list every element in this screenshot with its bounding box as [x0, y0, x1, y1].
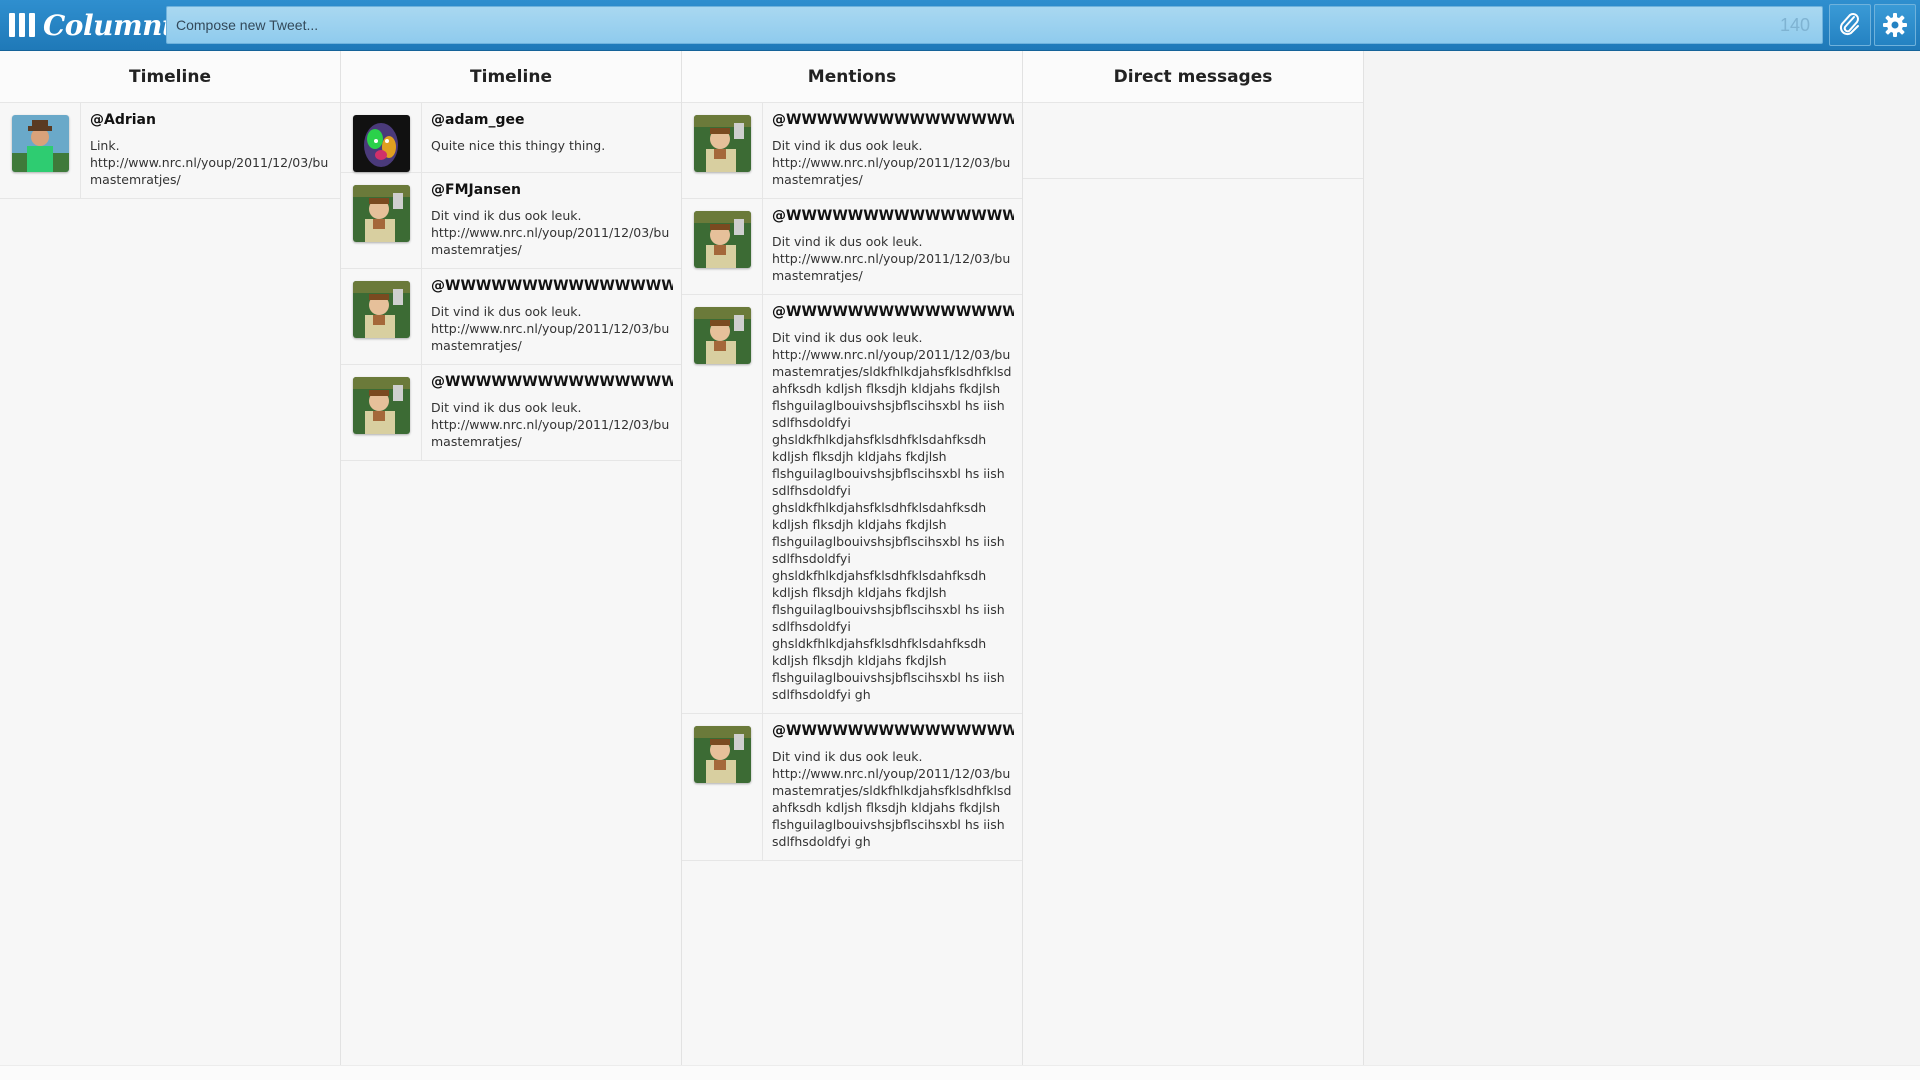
tweet-text: Dit vind ik dus ook leuk. http://www.nrc… [772, 138, 1011, 187]
tweet-body: @adam_gee Quite nice this thingy thing. [422, 103, 681, 172]
tweet-username[interactable]: @WWWWWWWWWWWWWWW [772, 723, 1014, 739]
tweet-username[interactable]: @WWWWWWWWWWWWWWW [772, 208, 1014, 224]
compose-tweet-input[interactable] [167, 7, 1780, 43]
tweet-text: Dit vind ik dus ook leuk. http://www.nrc… [431, 208, 670, 257]
avatar-cell [341, 365, 422, 460]
compose-box[interactable]: 140 [166, 6, 1823, 44]
tweet-text: Dit vind ik dus ook leuk. http://www.nrc… [431, 400, 670, 449]
avatar-cell [341, 173, 422, 268]
column-header: Timeline [0, 51, 340, 103]
tweet-item[interactable]: @WWWWWWWWWWWWWWW Dit vind ik dus ook leuk… [682, 199, 1022, 295]
tweet-item[interactable]: @Adrian Link. http://www.nrc.nl/youp/2011… [0, 103, 340, 199]
avatar[interactable] [694, 211, 751, 268]
tweet-item[interactable]: @WWWWWWWWWWWWWWW Dit vind ik dus ook leuk… [682, 103, 1022, 199]
tweet-text: Dit vind ik dus ook leuk. http://www.nrc… [431, 304, 670, 353]
tweet-body: @WWWWWWWWWWWWWWW Dit vind ik dus ook leuk… [763, 295, 1022, 713]
tweet-username[interactable]: @WWWWWWWWWWWWWWW [431, 374, 673, 390]
avatar[interactable] [12, 115, 69, 172]
tweet-body: @Adrian Link. http://www.nrc.nl/youp/2011… [81, 103, 340, 198]
character-counter: 140 [1779, 14, 1810, 35]
avatar[interactable] [694, 307, 751, 364]
tweet-body: @WWWWWWWWWWWWWWW Dit vind ik dus ook leuk… [422, 269, 681, 364]
empty-placeholder [1023, 103, 1363, 179]
tweet-body: @WWWWWWWWWWWWWWW Dit vind ik dus ook leuk… [763, 714, 1022, 860]
column-timeline[interactable]: Timeline @adam_gee Quite nice this thingy … [341, 51, 682, 1065]
app-logo: Columnt [0, 0, 175, 51]
attach-button[interactable] [1829, 4, 1871, 46]
tweet-text: Quite nice this thingy thing. [431, 138, 606, 153]
tweet-body: @WWWWWWWWWWWWWWW Dit vind ik dus ook leuk… [422, 365, 681, 460]
avatar-cell [341, 269, 422, 364]
column-header: Timeline [341, 51, 681, 103]
tweet-username[interactable]: @WWWWWWWWWWWWWWW [772, 304, 1014, 320]
top-bar: Columnt 140 [0, 0, 1920, 51]
avatar[interactable] [353, 185, 410, 242]
avatar-cell [0, 103, 81, 198]
tweet-username[interactable]: @WWWWWWWWWWWWWWW [772, 112, 1014, 128]
tweet-item[interactable]: @WWWWWWWWWWWWWWW Dit vind ik dus ook leuk… [682, 714, 1022, 861]
avatar-cell [682, 295, 763, 713]
avatar-cell [341, 103, 422, 172]
columns-logo-icon [9, 13, 35, 37]
tweet-body: @WWWWWWWWWWWWWWW Dit vind ik dus ook leuk… [763, 103, 1022, 198]
avatar[interactable] [694, 726, 751, 783]
avatar[interactable] [694, 115, 751, 172]
bottom-strip [0, 1065, 1920, 1080]
column-timeline[interactable]: Timeline @Adrian Link. http://www.nrc.nl/y… [0, 51, 341, 1065]
tweet-username[interactable]: @adam_gee [431, 112, 673, 128]
tweet-username[interactable]: @WWWWWWWWWWWWWWW [431, 278, 673, 294]
columns-container: Timeline @Adrian Link. http://www.nrc.nl/y… [0, 51, 1364, 1065]
column-mentions[interactable]: Mentions @WWWWWWWWWWWWWWW Dit vind ik dus … [682, 51, 1023, 1065]
tweet-item[interactable]: @FMJansen Dit vind ik dus ook leuk. http:… [341, 173, 681, 269]
tweet-item[interactable]: @WWWWWWWWWWWWWWW Dit vind ik dus ook leuk… [341, 269, 681, 365]
settings-button[interactable] [1874, 4, 1916, 46]
avatar-cell [682, 103, 763, 198]
avatar[interactable] [353, 281, 410, 338]
avatar[interactable] [353, 377, 410, 434]
tweet-item[interactable]: @adam_gee Quite nice this thingy thing. [341, 103, 681, 173]
tweet-text: Dit vind ik dus ook leuk. http://www.nrc… [772, 749, 1012, 849]
tweet-text: Link. http://www.nrc.nl/youp/2011/12/03/… [90, 138, 329, 187]
column-header: Mentions [682, 51, 1022, 103]
avatar-cell [682, 199, 763, 294]
gear-icon [1883, 13, 1907, 37]
tweet-text: Dit vind ik dus ook leuk. http://www.nrc… [772, 234, 1011, 283]
logo-text: Columnt [43, 8, 175, 42]
column-header: Direct messages [1023, 51, 1363, 103]
tweet-username[interactable]: @FMJansen [431, 182, 673, 198]
paperclip-icon [1839, 13, 1859, 36]
tweet-body: @FMJansen Dit vind ik dus ook leuk. http:… [422, 173, 681, 268]
tweet-text: Dit vind ik dus ook leuk. http://www.nrc… [772, 330, 1012, 702]
tweet-item[interactable]: @WWWWWWWWWWWWWWW Dit vind ik dus ook leuk… [341, 365, 681, 461]
column-direct-messages[interactable]: Direct messages [1023, 51, 1364, 1065]
tweet-username[interactable]: @Adrian [90, 112, 332, 128]
avatar-cell [682, 714, 763, 860]
avatar[interactable] [353, 115, 410, 172]
tweet-item[interactable]: @WWWWWWWWWWWWWWW Dit vind ik dus ook leuk… [682, 295, 1022, 714]
tweet-body: @WWWWWWWWWWWWWWW Dit vind ik dus ook leuk… [763, 199, 1022, 294]
